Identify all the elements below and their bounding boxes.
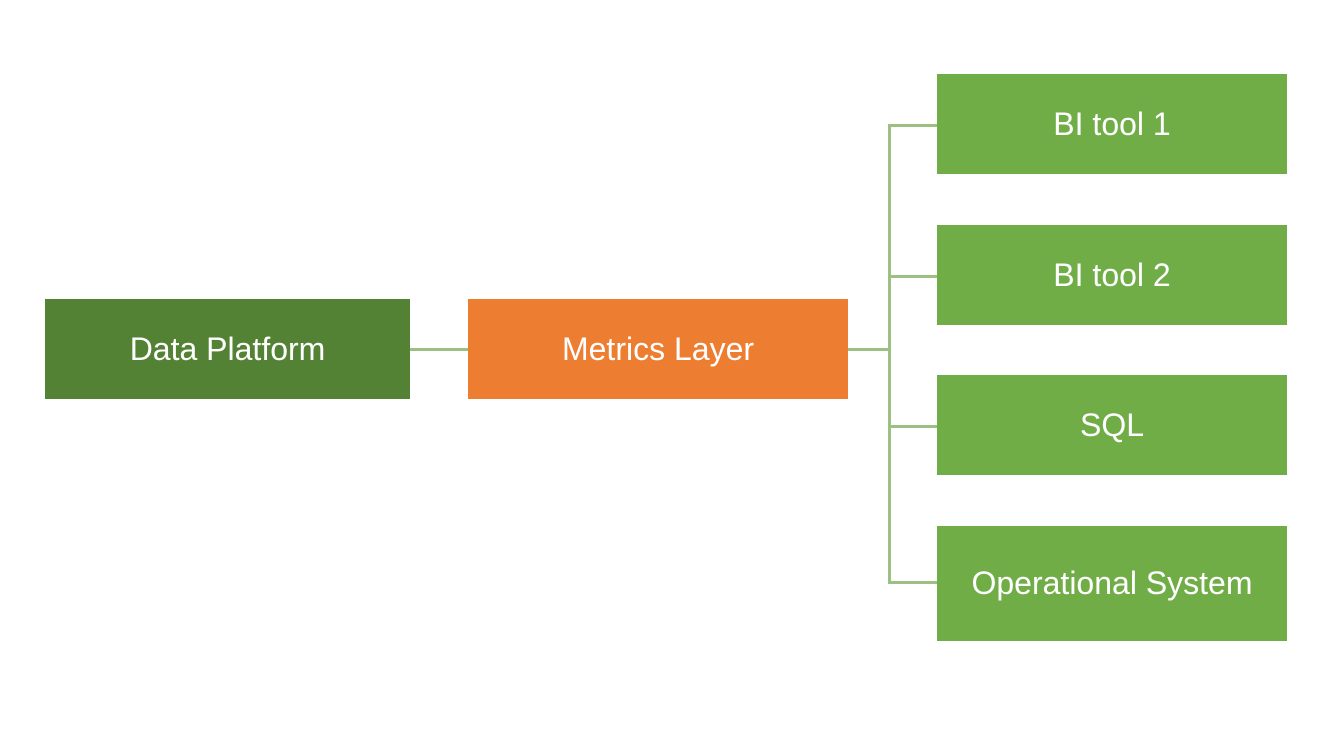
node-metrics-layer: Metrics Layer bbox=[468, 299, 848, 399]
connector-ml-out bbox=[848, 348, 890, 351]
node-label: Data Platform bbox=[130, 331, 326, 368]
node-data-platform: Data Platform bbox=[45, 299, 410, 399]
node-label: SQL bbox=[1080, 407, 1144, 444]
node-label: BI tool 2 bbox=[1053, 257, 1170, 294]
connector-to-ops bbox=[888, 581, 937, 584]
node-label: BI tool 1 bbox=[1053, 106, 1170, 143]
connector-spine bbox=[888, 124, 891, 584]
connector-to-bi2 bbox=[888, 275, 937, 278]
node-label: Metrics Layer bbox=[562, 331, 754, 368]
node-bi-tool-2: BI tool 2 bbox=[937, 225, 1287, 325]
connector-to-sql bbox=[888, 425, 937, 428]
node-operational-system: Operational System bbox=[937, 526, 1287, 641]
connector-dp-to-ml bbox=[410, 348, 468, 351]
connector-to-bi1 bbox=[888, 124, 937, 127]
node-bi-tool-1: BI tool 1 bbox=[937, 74, 1287, 174]
node-label: Operational System bbox=[971, 565, 1252, 602]
node-sql: SQL bbox=[937, 375, 1287, 475]
